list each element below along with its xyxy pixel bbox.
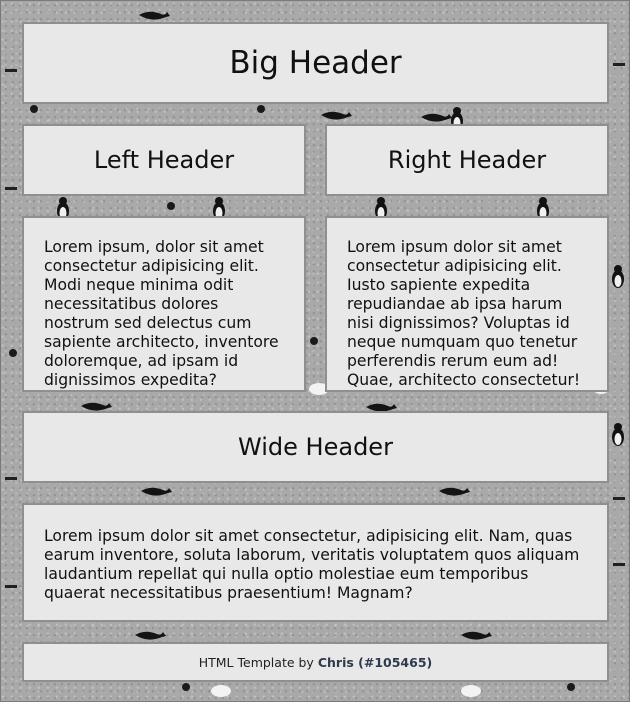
left-header-title: Left Header: [93, 146, 235, 174]
right-header-panel: Right Header: [325, 124, 609, 196]
page-title: Big Header: [229, 45, 402, 81]
wide-body-text: Lorem ipsum dolor sit amet consectetur, …: [44, 527, 580, 602]
left-content-panel: Lorem ipsum, dolor sit amet consectetur …: [22, 216, 306, 392]
page-background: Big Header Left Header Right Header Lore…: [0, 0, 630, 702]
footer-panel: HTML Template by Chris (#105465): [22, 642, 609, 682]
wide-header-panel: Wide Header: [22, 411, 609, 483]
big-header-panel: Big Header: [22, 22, 609, 104]
right-content-panel: Lorem ipsum dolor sit amet consectetur a…: [325, 216, 609, 392]
author-link[interactable]: Chris (#105465): [318, 655, 432, 670]
wide-content-panel: Lorem ipsum dolor sit amet consectetur, …: [22, 503, 609, 622]
left-header-panel: Left Header: [22, 124, 306, 196]
right-header-title: Right Header: [387, 146, 547, 174]
wide-header-title: Wide Header: [238, 433, 393, 461]
left-body-text: Lorem ipsum, dolor sit amet consectetur …: [44, 238, 279, 389]
right-body-text: Lorem ipsum dolor sit amet consectetur a…: [347, 238, 581, 389]
footer-prefix: HTML Template by: [198, 654, 314, 670]
